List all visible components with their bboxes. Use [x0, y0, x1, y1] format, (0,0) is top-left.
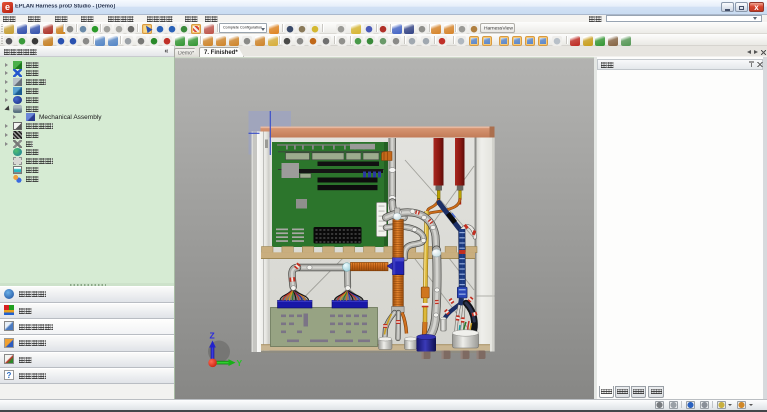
svg-text:Y: Y: [237, 358, 243, 368]
svg-text:Z: Z: [210, 331, 215, 341]
